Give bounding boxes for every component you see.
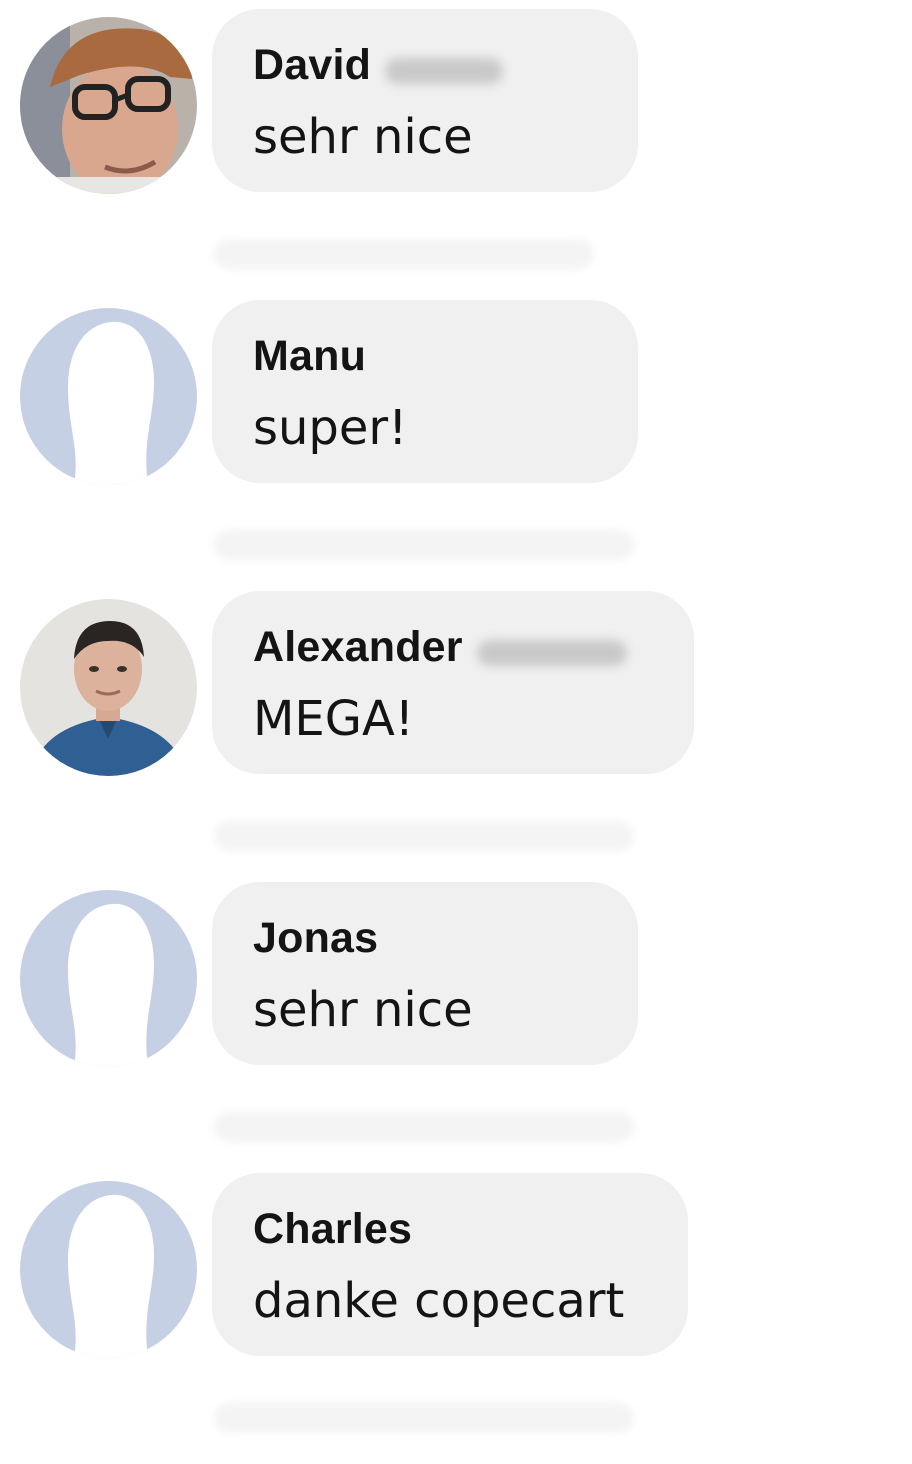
comment-text: MEGA! [253,691,415,747]
blurred-surname [476,639,627,666]
commenter-name[interactable]: Jonas [253,914,378,962]
comment-item: Jonas sehr nice [0,882,912,1142]
comment-item: Manu super! [0,300,912,560]
comment-bubble: Jonas sehr nice [212,882,638,1065]
blurred-comment-meta [214,239,594,269]
commenter-name[interactable]: David [253,41,371,89]
commenter-name[interactable]: Alexander [253,623,463,671]
commenter-name[interactable]: Manu [253,332,366,380]
comment-bubble: Charles danke copecart [212,1173,688,1356]
comment-text: super! [253,400,408,456]
comment-text: sehr nice [253,982,473,1038]
user-avatar[interactable] [20,308,197,485]
default-avatar-silhouette-icon [20,890,197,1067]
user-avatar[interactable] [20,599,197,776]
comment-text: sehr nice [253,109,473,165]
user-avatar[interactable] [20,1181,197,1358]
blurred-surname [385,57,504,84]
comment-item: Charles danke copecart [0,1173,912,1433]
default-avatar-silhouette-icon [20,308,197,485]
comment-bubble: Manu super! [212,300,638,483]
user-avatar[interactable] [20,890,197,1067]
comment-item: David sehr nice [0,9,912,269]
blurred-comment-meta [214,1403,634,1433]
photo-man-blue-shirt-icon [20,599,197,776]
comment-text: danke copecart [253,1273,625,1329]
comment-bubble: Alexander MEGA! [212,591,694,774]
comment-item: Alexander MEGA! [0,591,912,851]
photo-man-cap-glasses-icon [20,17,197,194]
user-avatar[interactable] [20,17,197,194]
commenter-name[interactable]: Charles [253,1205,412,1253]
default-avatar-silhouette-icon [20,1181,197,1358]
blurred-comment-meta [214,821,634,851]
comment-bubble: David sehr nice [212,9,638,192]
blurred-comment-meta [214,1112,634,1142]
blurred-comment-meta [214,530,634,560]
